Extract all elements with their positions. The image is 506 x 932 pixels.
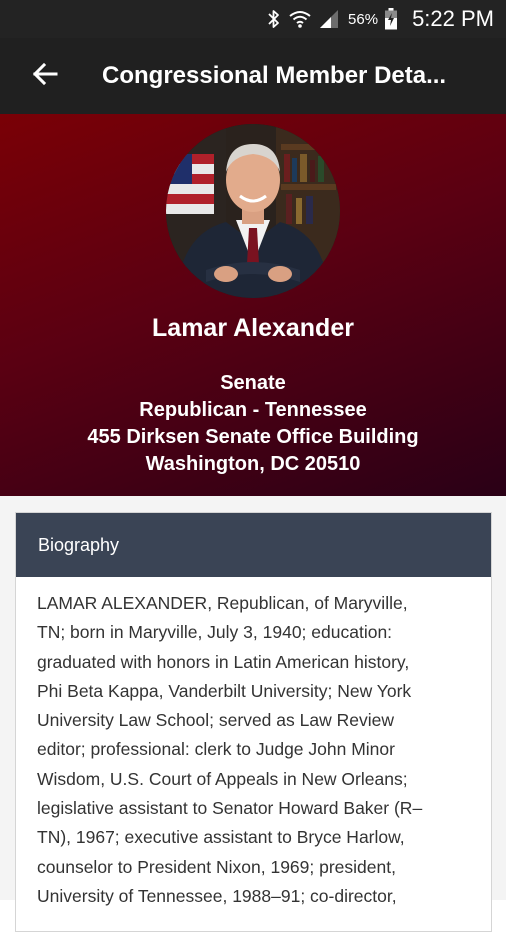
bio-line: Phi Beta Kappa, Vanderbilt University; N… [37,680,412,701]
content-area: Biography LAMAR ALEXANDER, Republican, o… [0,496,506,932]
member-office: 455 Dirksen Senate Office Building [87,426,419,448]
wifi-icon [288,9,312,29]
battery-percent: 56% [348,10,379,28]
battery-icon [384,8,398,30]
biography-header[interactable]: Biography [16,513,491,577]
bluetooth-icon [266,9,282,29]
bio-line: University Law School; served as Law Rev… [37,710,394,731]
bio-line: counselor to President Nixon, 1969; pres… [37,856,396,877]
bio-line: LAMAR ALEXANDER, Republican, of Maryvill… [37,593,408,613]
signal-icon [318,9,340,29]
member-city: Washington, DC 20510 [145,453,361,475]
app-bar: Congressional Member Deta... [0,38,506,114]
member-name: Lamar Alexander [152,314,354,342]
member-header: Lamar Alexander Senate Republican - Tenn… [0,114,506,496]
page-title: Congressional Member Deta... [102,62,447,89]
bio-line: TN; born in Maryville, July 3, 1940; edu… [37,622,393,643]
biography-card: Biography LAMAR ALEXANDER, Republican, o… [15,512,492,932]
member-info: Senate Republican - Tennessee 455 Dirkse… [0,370,506,478]
bio-line: TN), 1967; executive assistant to Bryce … [37,827,405,848]
bio-line: graduated with honors in Latin American … [37,651,410,672]
bio-line: Wisdom, U.S. Court of Appeals in New Orl… [37,768,408,789]
member-party-state: Republican - Tennessee [139,399,367,421]
bio-line: legislative assistant to Senator Howard … [37,798,423,819]
bio-line: University of Tennessee, 1988–91; co-dir… [37,885,397,906]
bio-line: editor; professional: clerk to Judge Joh… [37,739,395,760]
member-chamber: Senate [220,372,286,394]
status-icons: 56% 5:22 PM [266,0,494,38]
back-button[interactable] [0,38,92,114]
status-bar: 56% 5:22 PM [0,0,506,38]
biography-text: LAMAR ALEXANDER, Republican, of Maryvill… [16,577,491,911]
arrow-left-icon [32,61,58,92]
member-photo [166,124,340,298]
clock: 5:22 PM [412,6,494,31]
